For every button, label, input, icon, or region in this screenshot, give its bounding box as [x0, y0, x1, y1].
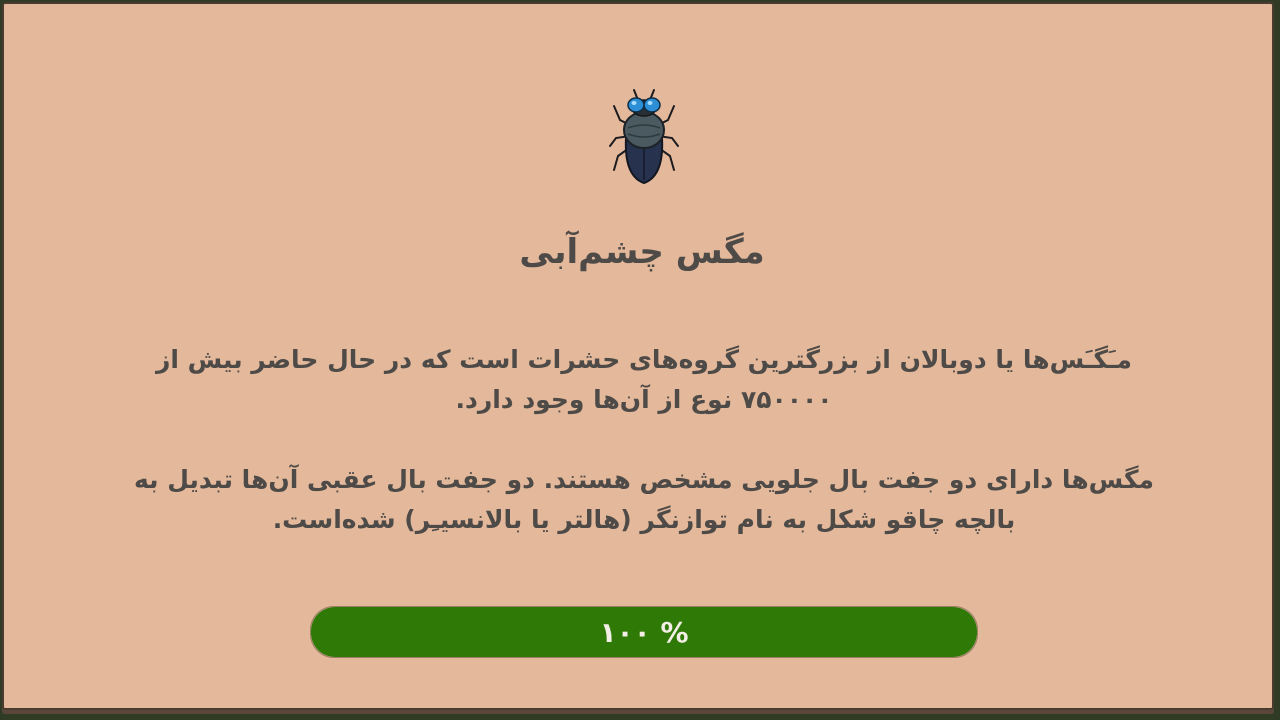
bluebottle-fly-icon — [609, 89, 679, 185]
progress-label: % ۱۰۰ — [599, 615, 689, 649]
game-screen: مگس چشم‌آبی مـَگـَس‌ها یا دوبالان از بزر… — [0, 0, 1280, 720]
loading-progress-bar: % ۱۰۰ — [310, 606, 978, 658]
description-paragraph-2: مگس‌ها دارای دو جفت بال جلویی مشخص هستند… — [133, 465, 1155, 534]
creature-title: مگس چشم‌آبی — [519, 232, 765, 272]
description-paragraph-1: مـَگـَس‌ها یا دوبالان از بزرگترین گروه‌ه… — [155, 345, 1133, 414]
info-card-panel: مگس چشم‌آبی مـَگـَس‌ها یا دوبالان از بزر… — [2, 2, 1274, 710]
